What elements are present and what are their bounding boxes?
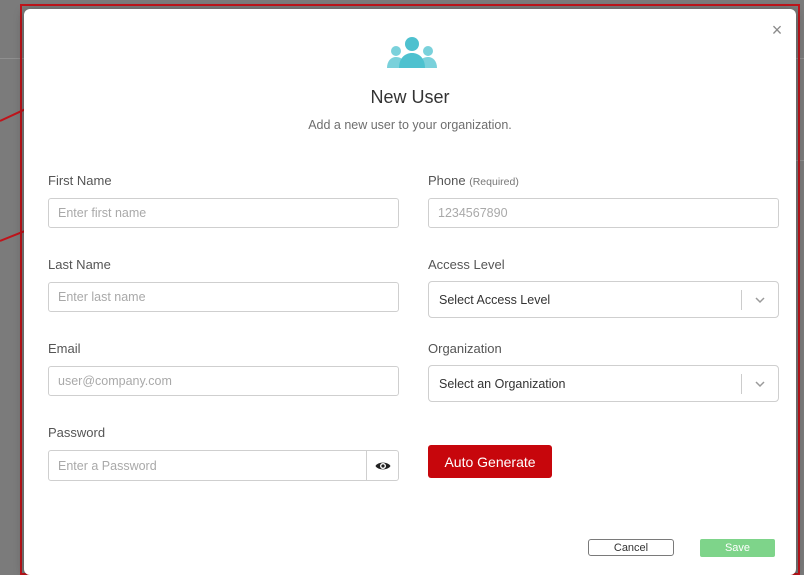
- select-separator: [741, 290, 742, 310]
- password-label: Password: [48, 425, 106, 440]
- last-name-input[interactable]: [48, 282, 399, 312]
- email-label: Email: [48, 341, 81, 356]
- close-icon[interactable]: ×: [768, 21, 786, 39]
- password-field: [48, 450, 399, 481]
- required-note: (Required): [469, 176, 519, 188]
- organization-label: Organization: [428, 341, 502, 356]
- access-level-value: Select Access Level: [439, 293, 551, 307]
- access-level-label: Access Level: [428, 257, 505, 272]
- dialog-title: New User: [370, 87, 450, 107]
- access-level-select[interactable]: Select Access Level: [428, 281, 779, 318]
- first-name-label: First Name: [48, 173, 112, 188]
- auto-generate-button[interactable]: Auto Generate: [428, 445, 552, 478]
- eye-icon: [375, 462, 390, 469]
- cancel-button[interactable]: Cancel: [588, 539, 674, 556]
- organization-select[interactable]: Select an Organization: [428, 365, 779, 402]
- organization-value: Select an Organization: [439, 377, 566, 391]
- email-input[interactable]: [48, 366, 399, 396]
- dialog-subtitle: Add a new user to your organization.: [308, 118, 512, 132]
- select-separator: [741, 374, 742, 394]
- users-group-icon: [387, 37, 437, 68]
- phone-input[interactable]: [428, 198, 779, 228]
- chevron-down-icon: [755, 297, 765, 304]
- last-name-label: Last Name: [48, 257, 111, 272]
- phone-label-text: Phone: [428, 173, 466, 188]
- show-password-button[interactable]: [366, 451, 398, 480]
- chevron-down-icon: [755, 381, 765, 388]
- password-input[interactable]: [49, 451, 364, 480]
- save-button[interactable]: Save: [700, 539, 775, 557]
- first-name-input[interactable]: [48, 198, 399, 228]
- new-user-dialog: × New User Add a new user to your organi…: [24, 9, 796, 575]
- phone-label: Phone (Required): [428, 173, 519, 188]
